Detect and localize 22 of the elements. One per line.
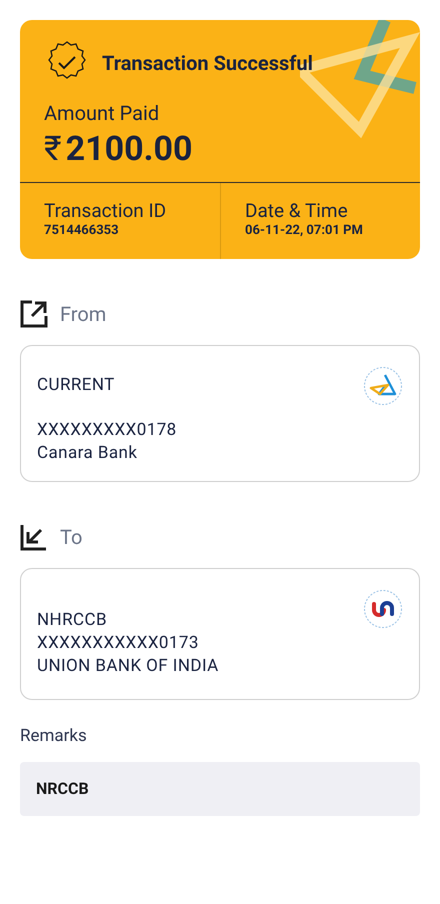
section-heading: To bbox=[60, 524, 82, 551]
remarks-label: Remarks bbox=[20, 725, 88, 748]
amount-label: Amount Paid bbox=[44, 100, 160, 127]
status-title: Transaction Successful bbox=[102, 50, 313, 77]
section-heading: From bbox=[60, 301, 106, 328]
account-detail: NHRCCB bbox=[37, 609, 108, 632]
arrow-in-icon bbox=[20, 523, 48, 551]
u-shape-logo-icon bbox=[363, 589, 403, 629]
currency-symbol: ₹ bbox=[44, 132, 62, 166]
account-type: CURRENT bbox=[37, 374, 116, 397]
account-detail: XXXXXXXXX0178 bbox=[37, 419, 177, 442]
remarks-field: NRCCB bbox=[20, 762, 420, 816]
detail-label: Transaction ID bbox=[44, 199, 168, 223]
triangle-logo-icon bbox=[363, 366, 403, 406]
account-detail: Canara Bank bbox=[37, 442, 138, 465]
account-detail: UNION BANK OF INDIA bbox=[37, 655, 219, 678]
detail-value: 7514466353 bbox=[44, 222, 120, 239]
detail-label: Date & Time bbox=[245, 199, 349, 223]
amount-value: 2100.00 bbox=[66, 132, 192, 166]
arrow-out-icon bbox=[20, 300, 48, 328]
detail-value: 06-11-22, 07:01 PM bbox=[245, 222, 364, 239]
account-detail: XXXXXXXXXXX0173 bbox=[37, 632, 200, 655]
